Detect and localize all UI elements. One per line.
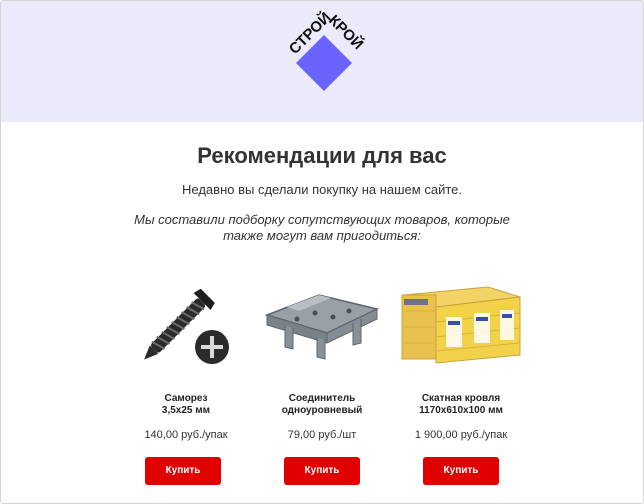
product-name-screw: Саморез 3,5х25 мм	[121, 393, 251, 417]
recommendation-note: Мы составили подборку сопутствующих това…	[134, 212, 510, 243]
product-name-line2: 1170х610х100 мм	[419, 405, 503, 416]
screw-icon	[144, 288, 229, 364]
intro-text: Недавно вы сделали покупку на нашем сайт…	[182, 182, 462, 197]
buy-button-connector[interactable]: Купить	[284, 457, 360, 485]
product-name-connector: Соединитель одноуровневый	[257, 393, 387, 417]
insulation-pack-icon	[401, 286, 521, 364]
email-frame: СТРОЙ КРОЙ Рекомендации для вас Недавно …	[0, 0, 644, 504]
buy-button-roofing[interactable]: Купить	[423, 457, 499, 485]
product-price-connector: 79,00 руб./шт	[287, 429, 357, 441]
product-name-roofing: Скатная кровля 1170х610х100 мм	[396, 393, 526, 417]
product-name-line1: Соединитель	[288, 393, 356, 404]
product-name-line1: Саморез	[164, 393, 208, 404]
product-price-screw: 140,00 руб./упак	[144, 429, 228, 441]
buy-button-screw[interactable]: Купить	[145, 457, 221, 485]
connector-icon	[264, 294, 380, 360]
header-banner: СТРОЙ КРОЙ	[1, 1, 643, 122]
product-price-roofing: 1 900,00 руб./упак	[414, 429, 508, 441]
product-name-line1: Скатная кровля	[421, 393, 501, 404]
product-name-line2: одноуровневый	[281, 405, 363, 416]
brand-logo: СТРОЙ КРОЙ	[285, 8, 367, 91]
product-name-line2: 3,5х25 мм	[161, 405, 211, 416]
page-title: Рекомендации для вас	[197, 143, 447, 168]
